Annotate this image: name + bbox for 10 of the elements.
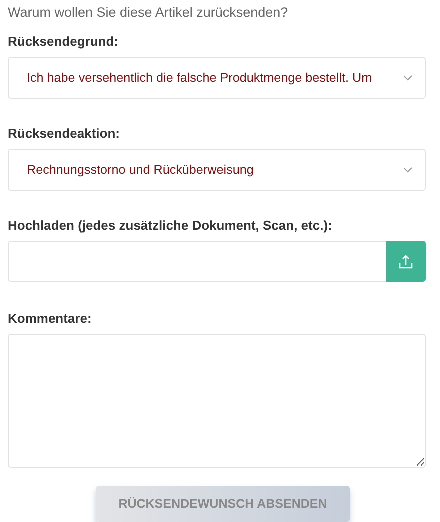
reason-dropdown[interactable]: Ich habe versehentlich die falsche Produktmenge bestellt. Um (8, 57, 426, 99)
chevron-down-icon (403, 167, 413, 173)
action-dropdown[interactable]: Rechnungsstorno und Rücküberweisung (8, 149, 426, 191)
field-label: Hochladen (jedes zusätzliche Dokument, Scan, etc.): (8, 218, 332, 233)
comments-field[interactable] (8, 334, 426, 468)
chevron-down-icon (403, 75, 413, 81)
field-label: Rücksendeaktion: (8, 126, 120, 141)
question-text: Warum wollen Sie diese Artikel zurücksenden? (8, 5, 290, 20)
field-label: Rücksendegrund: (8, 34, 119, 49)
field-label: Kommentare: (8, 311, 92, 326)
